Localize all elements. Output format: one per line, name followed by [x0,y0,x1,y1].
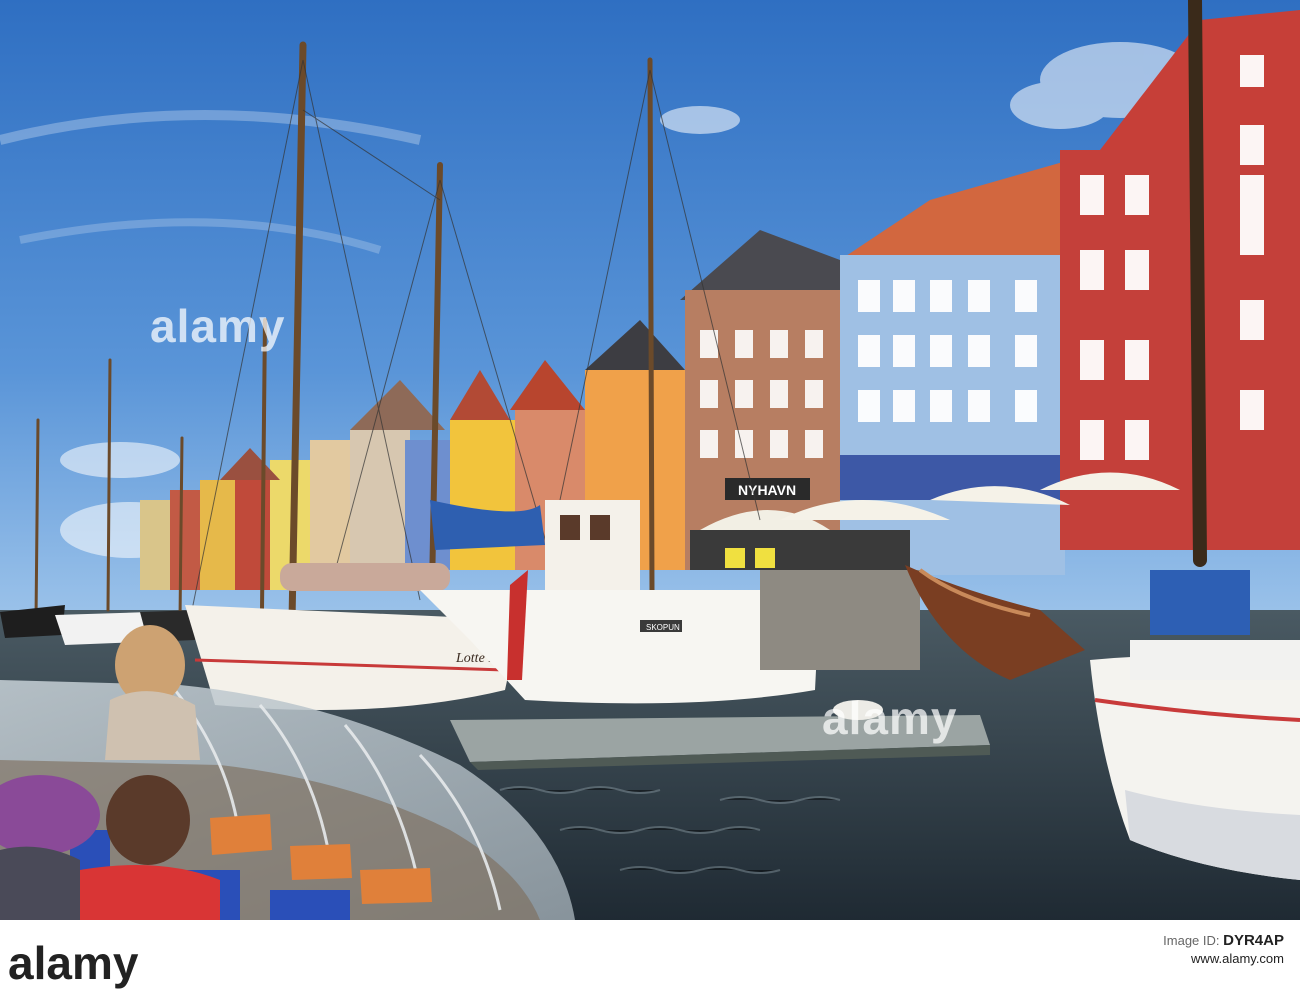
alamy-logo: alamy [8,937,139,989]
image-meta: Image ID: DYR4AP www.alamy.com [1163,932,1284,968]
footer-bar: alamy Image ID: DYR4AP www.alamy.com [0,920,1300,1005]
image-id-label: Image ID: [1163,933,1220,948]
image-id: DYR4AP [1223,932,1284,949]
shop-sign-text: NYHAVN [738,482,796,498]
boat-nameplate: SKOPUN [646,623,680,632]
harbour-photo: NYHAVN Lotte Bra SKOPUN alamy alamy [0,0,1300,920]
image-id-line: Image ID: DYR4AP [1163,932,1284,950]
site-url: www.alamy.com [1191,951,1284,966]
